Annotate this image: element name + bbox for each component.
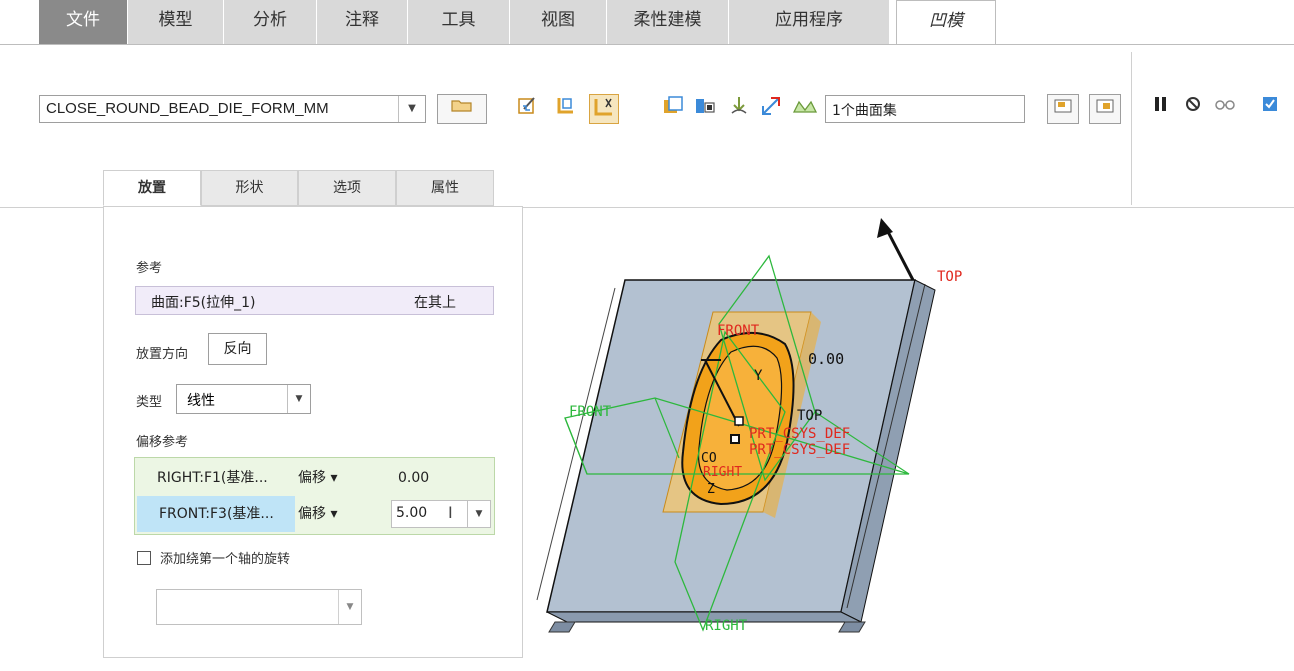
table-row[interactable]: FRONT:F3(基准... 偏移 ▾ 5.00 I ▼: [135, 496, 494, 532]
menu-bar: 文件 模型 分析 注释 工具 视图 柔性建模 应用程序 凹模: [0, 0, 1294, 45]
label-csys-2: PRT_CSYS_DEF: [749, 442, 850, 458]
tab-flexible-modeling[interactable]: 柔性建模: [607, 0, 729, 44]
remove-button[interactable]: [690, 94, 720, 124]
offset-ref[interactable]: RIGHT:F1(基准...: [135, 460, 293, 496]
chevron-down-icon[interactable]: ▼: [287, 385, 310, 413]
model-view[interactable]: TOP FRONT 0.00 Y FRONT TOP PRT_CSYS_DEF …: [525, 212, 1125, 652]
preview-mode-button-2[interactable]: [1089, 94, 1121, 124]
surface-set-value: 1个曲面集: [832, 103, 897, 119]
no-preview-button[interactable]: [1178, 94, 1208, 124]
window-icon: [1096, 99, 1114, 113]
open-folder-button[interactable]: [437, 94, 487, 124]
type-label: 类型: [136, 395, 163, 410]
label-dimension: 0.00: [808, 350, 844, 368]
rotation-label: 添加绕第一个轴的旋转: [160, 552, 291, 567]
tab-properties[interactable]: 属性: [396, 170, 494, 206]
flip-direction-button[interactable]: 反向: [208, 333, 267, 365]
tab-tools[interactable]: 工具: [408, 0, 510, 44]
label-top-2: TOP: [797, 408, 822, 424]
preview-mode-button-1[interactable]: [1047, 94, 1079, 124]
reference-collector[interactable]: 曲面:F5(拉伸_1) 在其上: [135, 286, 494, 315]
pause-button[interactable]: [1146, 94, 1176, 124]
sheet-front-edge: [546, 611, 862, 623]
cut-icon: [664, 96, 683, 113]
label-front-1: FRONT: [717, 323, 760, 339]
offset-type[interactable]: 偏移 ▾: [298, 496, 337, 532]
tab-applications[interactable]: 应用程序: [729, 0, 890, 44]
surface-select-button[interactable]: [790, 94, 820, 124]
punch-icon: [731, 97, 747, 114]
tab-options[interactable]: 选项: [298, 170, 396, 206]
label-front-2: FRONT: [569, 404, 612, 420]
label-z-axis: Z: [707, 482, 715, 497]
direction-arrows-button[interactable]: [756, 94, 786, 124]
chevron-down-icon[interactable]: ▼: [338, 590, 361, 624]
arrows-icon: [762, 97, 780, 115]
offset-references-label: 偏移参考: [136, 435, 189, 450]
tab-shape[interactable]: 形状: [201, 170, 298, 206]
offset-references-table: RIGHT:F1(基准... 偏移 ▾ 0.00 FRONT:F3(基准... …: [134, 457, 495, 535]
tab-die-form[interactable]: 凹模: [896, 0, 996, 45]
pause-icon: [1155, 97, 1166, 111]
preview-icon: [1263, 97, 1277, 111]
verify-button[interactable]: [1210, 94, 1240, 124]
tab-model[interactable]: 模型: [128, 0, 224, 44]
rotation-reference-dropdown[interactable]: ▼: [156, 589, 362, 625]
preview-button[interactable]: [1246, 94, 1294, 124]
text-cursor-icon: I: [448, 503, 453, 522]
table-row[interactable]: RIGHT:F1(基准... 偏移 ▾ 0.00: [135, 460, 494, 496]
chevron-down-icon[interactable]: ▼: [398, 96, 425, 122]
reference-item: 曲面:F5(拉伸_1): [151, 295, 256, 311]
reference-button[interactable]: [551, 94, 581, 124]
flip-side-icon: [594, 98, 612, 116]
offset-ref[interactable]: FRONT:F3(基准...: [137, 496, 295, 532]
tab-annotate[interactable]: 注释: [317, 0, 408, 44]
offset-value: 5.00: [396, 505, 428, 521]
punch-button[interactable]: [724, 94, 754, 124]
form-name-value: CLOSE_ROUND_BEAD_DIE_FORM_MM: [46, 100, 329, 117]
chevron-down-icon[interactable]: ▼: [467, 501, 490, 527]
tab-analysis[interactable]: 分析: [224, 0, 317, 44]
surface-set-field[interactable]: 1个曲面集: [825, 95, 1025, 123]
reference-label: 参考: [136, 261, 163, 276]
tab-file[interactable]: 文件: [39, 0, 128, 44]
reference-icon: [557, 98, 573, 114]
surface-icon: [792, 100, 818, 113]
label-right: RIGHT: [705, 618, 748, 634]
offset-type[interactable]: 偏移 ▾: [298, 460, 337, 496]
label-csys-local: CO: [701, 451, 717, 466]
type-dropdown[interactable]: 线性 ▼: [176, 384, 311, 414]
type-value: 线性: [187, 393, 215, 409]
edit-form-icon: [518, 97, 535, 114]
label-top: TOP: [937, 269, 962, 285]
offset-value[interactable]: 0.00: [398, 460, 429, 496]
glasses-icon: [1215, 100, 1235, 110]
offset-value-input[interactable]: 5.00 I ▼: [391, 500, 491, 528]
cut-button[interactable]: [658, 94, 688, 124]
tab-view[interactable]: 视图: [510, 0, 607, 44]
form-name-dropdown[interactable]: CLOSE_ROUND_BEAD_DIE_FORM_MM ▼: [39, 95, 426, 123]
tab-placement[interactable]: 放置: [103, 170, 201, 206]
window-icon: [1054, 99, 1072, 113]
placement-panel: 参考 曲面:F5(拉伸_1) 在其上 放置方向 反向 类型 线性 ▼ 偏移参考 …: [103, 206, 523, 658]
label-right-small: RIGHT: [703, 465, 742, 480]
flip-side-button[interactable]: [589, 94, 619, 124]
label-y-axis: Y: [754, 368, 763, 384]
reference-constraint[interactable]: 在其上: [414, 292, 456, 312]
ribbon-separator: [1131, 52, 1132, 205]
label-csys-1: PRT_CSYS_DEF: [749, 426, 850, 442]
edit-form-button[interactable]: [513, 94, 543, 124]
direction-label: 放置方向: [136, 347, 189, 362]
rotation-checkbox[interactable]: [137, 551, 151, 565]
no-preview-icon: [1186, 97, 1200, 111]
folder-icon: [451, 100, 472, 112]
remove-icon: [696, 99, 715, 113]
